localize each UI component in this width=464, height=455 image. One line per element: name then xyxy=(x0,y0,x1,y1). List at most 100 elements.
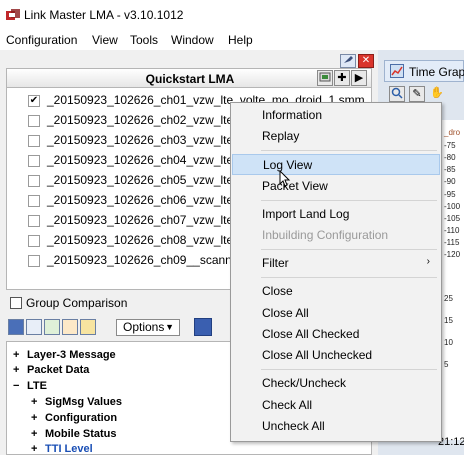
menu-item-close-all-checked[interactable]: Close All Checked xyxy=(232,324,440,345)
collapse-icon[interactable]: − xyxy=(13,380,27,392)
tree-item[interactable]: + SigMsg Values xyxy=(31,396,122,408)
menu-item-filter[interactable]: Filter › xyxy=(232,253,440,274)
menu-item-uncheck-all[interactable]: Uncheck All xyxy=(232,416,440,437)
submenu-arrow-icon: › xyxy=(426,256,430,267)
menu-window[interactable]: Window xyxy=(171,33,214,47)
expand-icon[interactable]: + xyxy=(31,396,45,408)
y-tick: -100 xyxy=(444,202,461,211)
mouse-cursor-icon xyxy=(279,169,291,191)
tree-view-icon[interactable] xyxy=(8,319,24,335)
y-tick: -85 xyxy=(444,165,456,174)
file-checkbox[interactable]: ✔ xyxy=(28,95,40,107)
tree-item[interactable]: + Packet Data xyxy=(13,364,89,376)
y-tick: 5 xyxy=(444,360,449,369)
y-tick: 15 xyxy=(444,316,453,325)
group-comparison-checkbox[interactable] xyxy=(10,297,22,309)
menu-item-packet-view[interactable]: Packet View xyxy=(232,176,440,197)
y-tick: -120 xyxy=(444,250,461,259)
chart-icon[interactable] xyxy=(44,319,60,335)
menu-bar: Configuration View Tools Window Help xyxy=(0,30,464,50)
add-icon[interactable]: ✚ xyxy=(334,70,350,86)
file-checkbox[interactable] xyxy=(28,115,40,127)
pin-icon[interactable] xyxy=(340,54,356,68)
layout-icon[interactable] xyxy=(194,318,212,336)
file-checkbox[interactable] xyxy=(28,235,40,247)
hand-icon[interactable]: ✋ xyxy=(429,86,445,102)
file-checkbox[interactable] xyxy=(28,215,40,227)
file-name: _20150923_102626_ch09__scanner_ xyxy=(47,253,250,267)
expand-icon[interactable]: + xyxy=(31,428,45,440)
file-checkbox[interactable] xyxy=(28,155,40,167)
expand-icon[interactable]: + xyxy=(13,349,27,361)
edit-icon[interactable]: ✎ xyxy=(409,86,425,102)
bar-chart-icon[interactable] xyxy=(62,319,78,335)
file-name: _20150923_102626_ch03_vzw_lte_vo xyxy=(47,133,253,147)
time-graph-title: Time Grap xyxy=(409,65,464,79)
y-tick: -90 xyxy=(444,177,456,186)
menu-configuration[interactable]: Configuration xyxy=(6,33,77,47)
group-comparison-label: Group Comparison xyxy=(26,296,128,310)
quickstart-tools: ✚ ▶ xyxy=(316,70,367,86)
tree-item[interactable]: + Configuration xyxy=(31,412,117,424)
menu-item-log-view[interactable]: Log View xyxy=(232,154,440,175)
y-tick: -75 xyxy=(444,141,456,150)
menu-item-close[interactable]: Close xyxy=(232,281,440,302)
file-name: _20150923_102626_ch02_vzw_lte_vo xyxy=(47,113,253,127)
app-title: Link Master LMA - v3.10.1012 xyxy=(24,8,184,22)
y-tick: 10 xyxy=(444,338,453,347)
tree-item[interactable]: + TTI Level xyxy=(31,443,93,454)
expand-icon[interactable]: + xyxy=(31,412,45,424)
expand-icon[interactable]: + xyxy=(13,364,27,376)
y-tick: -105 xyxy=(444,214,461,223)
series-label: _dro xyxy=(444,128,461,137)
context-menu: Information Replay Log View Packet View … xyxy=(230,102,442,442)
zoom-icon[interactable] xyxy=(389,86,405,102)
panel-controls: ✕ xyxy=(340,54,376,68)
menu-item-information[interactable]: Information xyxy=(232,105,440,126)
chevron-down-icon: ▼ xyxy=(165,322,174,332)
list-view-icon[interactable] xyxy=(26,319,42,335)
file-checkbox[interactable] xyxy=(28,175,40,187)
app-logo-icon xyxy=(6,8,22,22)
tree-item[interactable]: + Mobile Status xyxy=(31,428,117,440)
tree-item[interactable]: + Layer-3 Message xyxy=(13,349,116,361)
expand-icon[interactable]: + xyxy=(31,443,45,454)
y-tick: -95 xyxy=(444,190,456,199)
quickstart-header: Quickstart LMA ✚ ▶ xyxy=(6,68,372,88)
close-icon[interactable]: ✕ xyxy=(358,54,374,68)
menu-item-check-all[interactable]: Check All xyxy=(232,395,440,416)
menu-separator xyxy=(261,150,437,151)
menu-item-replay[interactable]: Replay xyxy=(232,126,440,147)
file-checkbox[interactable] xyxy=(28,135,40,147)
y-tick: -115 xyxy=(444,238,460,247)
menu-item-inbuilding-configuration: Inbuilding Configuration xyxy=(262,228,389,242)
file-name: _20150923_102626_ch06_vzw_lte_vo xyxy=(47,193,253,207)
menu-separator xyxy=(261,369,437,370)
options-label: Options xyxy=(123,320,165,334)
file-name: _20150923_102626_ch07_vzw_lte_vo xyxy=(47,213,253,227)
tree-item[interactable]: − LTE xyxy=(13,380,47,392)
title-bar: Link Master LMA - v3.10.1012 xyxy=(0,0,464,30)
time-graph-icon xyxy=(390,64,404,78)
file-name: _20150923_102626_ch05_vzw_lte_vo xyxy=(47,173,253,187)
play-icon[interactable]: ▶ xyxy=(351,70,367,86)
file-checkbox[interactable] xyxy=(28,195,40,207)
menu-help[interactable]: Help xyxy=(228,33,253,47)
import-icon[interactable] xyxy=(317,70,333,86)
file-checkbox[interactable] xyxy=(28,255,40,267)
file-name: _20150923_102626_ch08_vzw_lte_vo xyxy=(47,233,253,247)
options-dropdown[interactable]: Options ▼ xyxy=(116,319,180,336)
y-tick: 25 xyxy=(444,294,453,303)
menu-separator xyxy=(261,277,437,278)
map-icon[interactable] xyxy=(80,319,96,335)
menu-item-close-all-unchecked[interactable]: Close All Unchecked xyxy=(232,345,440,366)
menu-item-close-all[interactable]: Close All xyxy=(232,303,440,324)
menu-tools[interactable]: Tools xyxy=(130,33,158,47)
menu-view[interactable]: View xyxy=(92,33,118,47)
menu-item-import-land-log[interactable]: Import Land Log xyxy=(232,204,440,225)
file-name: _20150923_102626_ch04_vzw_lte_vo xyxy=(47,153,253,167)
menu-separator xyxy=(261,200,437,201)
y-tick: -110 xyxy=(444,226,460,235)
menu-item-check-uncheck[interactable]: Check/Uncheck xyxy=(232,373,440,394)
y-tick: -80 xyxy=(444,153,456,162)
